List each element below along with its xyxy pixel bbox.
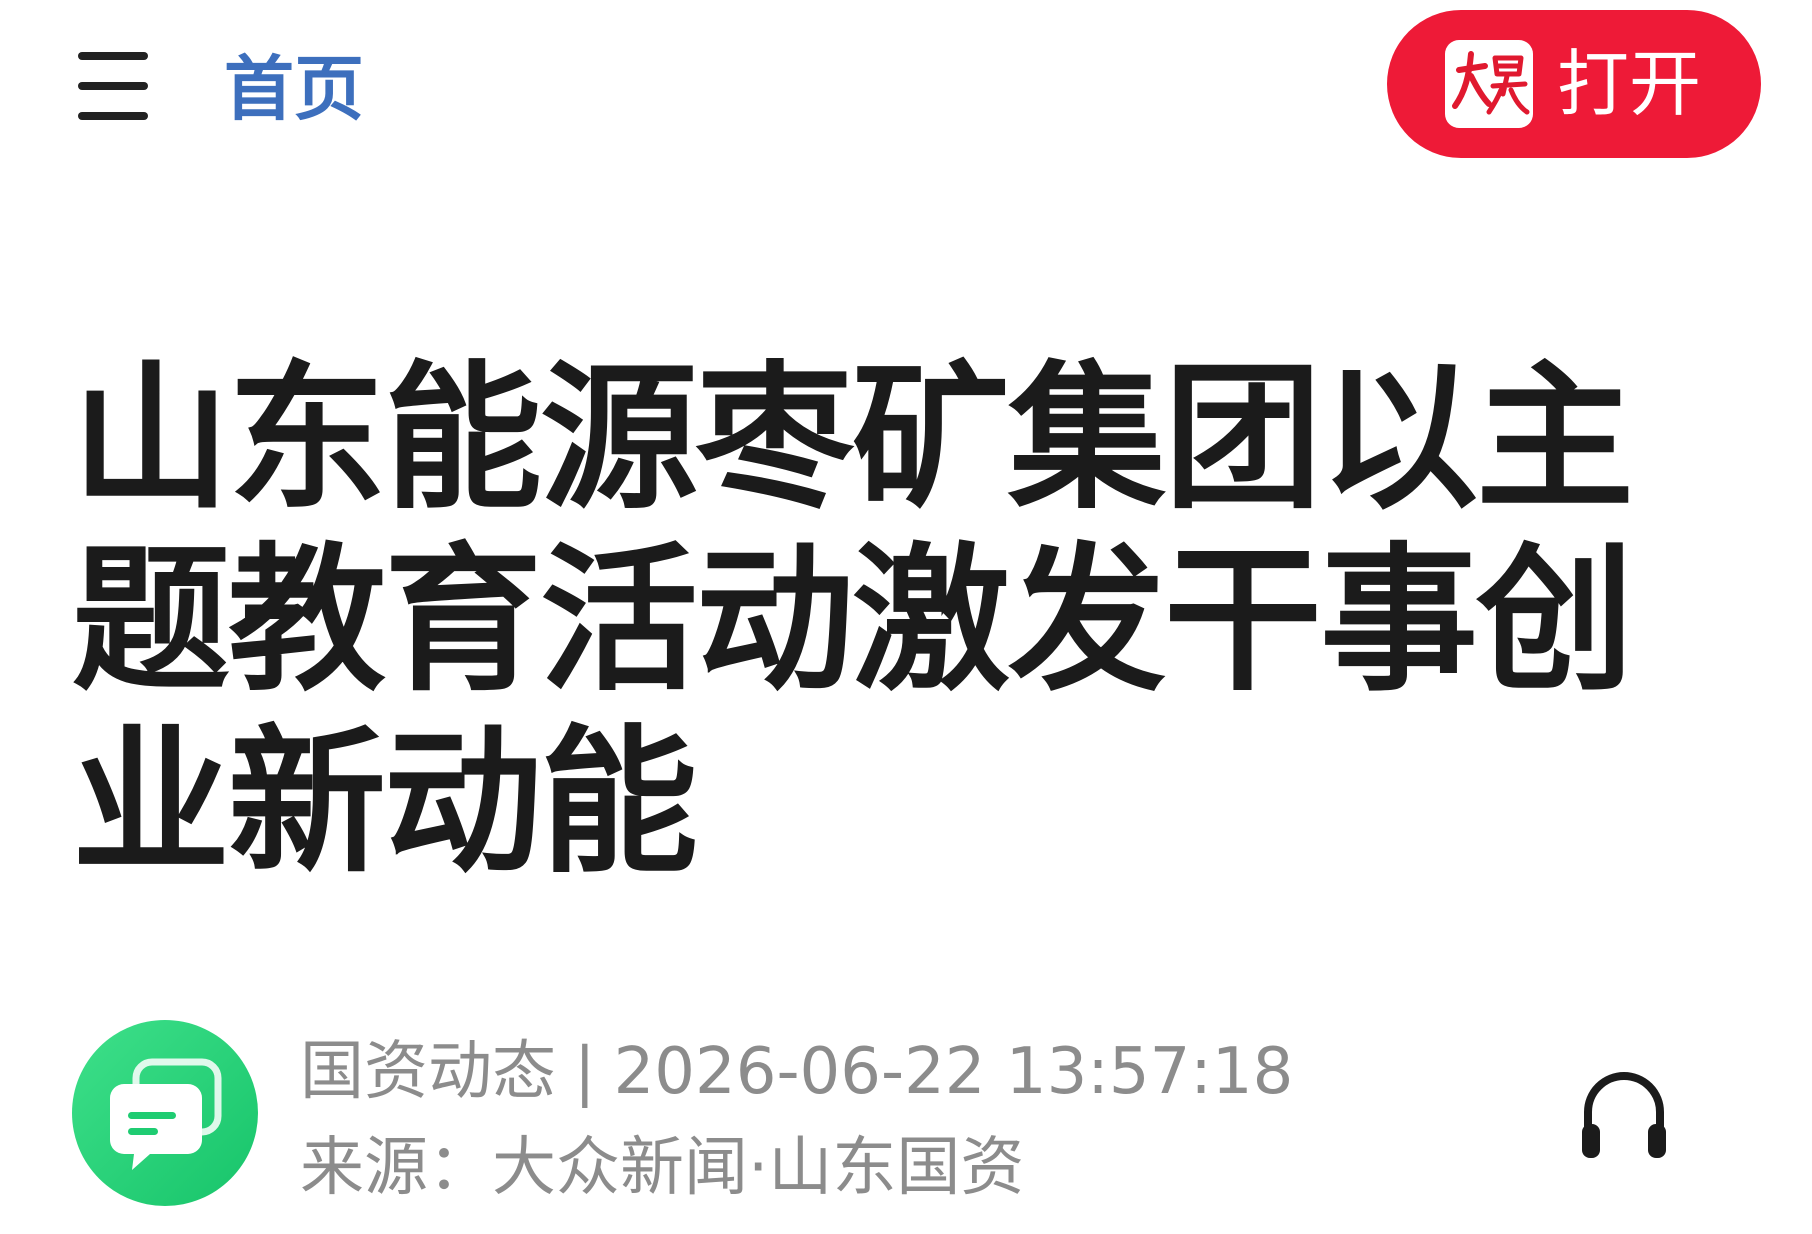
headphone-icon[interactable] — [1576, 1062, 1672, 1162]
chat-bubble-icon — [110, 1058, 222, 1170]
open-button-label: 打开 — [1557, 42, 1702, 126]
meta-separator: | — [574, 1035, 596, 1109]
app-logo-icon — [1445, 40, 1533, 128]
channel-name[interactable]: 国资动态 — [300, 1035, 556, 1109]
channel-avatar[interactable] — [72, 1020, 258, 1206]
channel-date-line: 国资动态 | 2026-06-22 13:57:18 — [300, 1032, 1293, 1112]
article-source: 来源：大众新闻·山东国资 — [300, 1131, 1025, 1205]
hamburger-menu-icon[interactable] — [78, 52, 148, 124]
publish-datetime: 2026-06-22 13:57:18 — [613, 1035, 1294, 1109]
top-navigation-bar: 首页 打开 — [0, 0, 1812, 180]
open-app-button[interactable]: 打开 — [1387, 10, 1761, 158]
article-title: 山东能源枣矿集团以主题教育活动激发干事创业新动能 — [72, 347, 1634, 895]
article-meta: 国资动态 | 2026-06-22 13:57:18 来源：大众新闻·山东国资 — [0, 1010, 1812, 1210]
home-link[interactable]: 首页 — [224, 44, 364, 134]
